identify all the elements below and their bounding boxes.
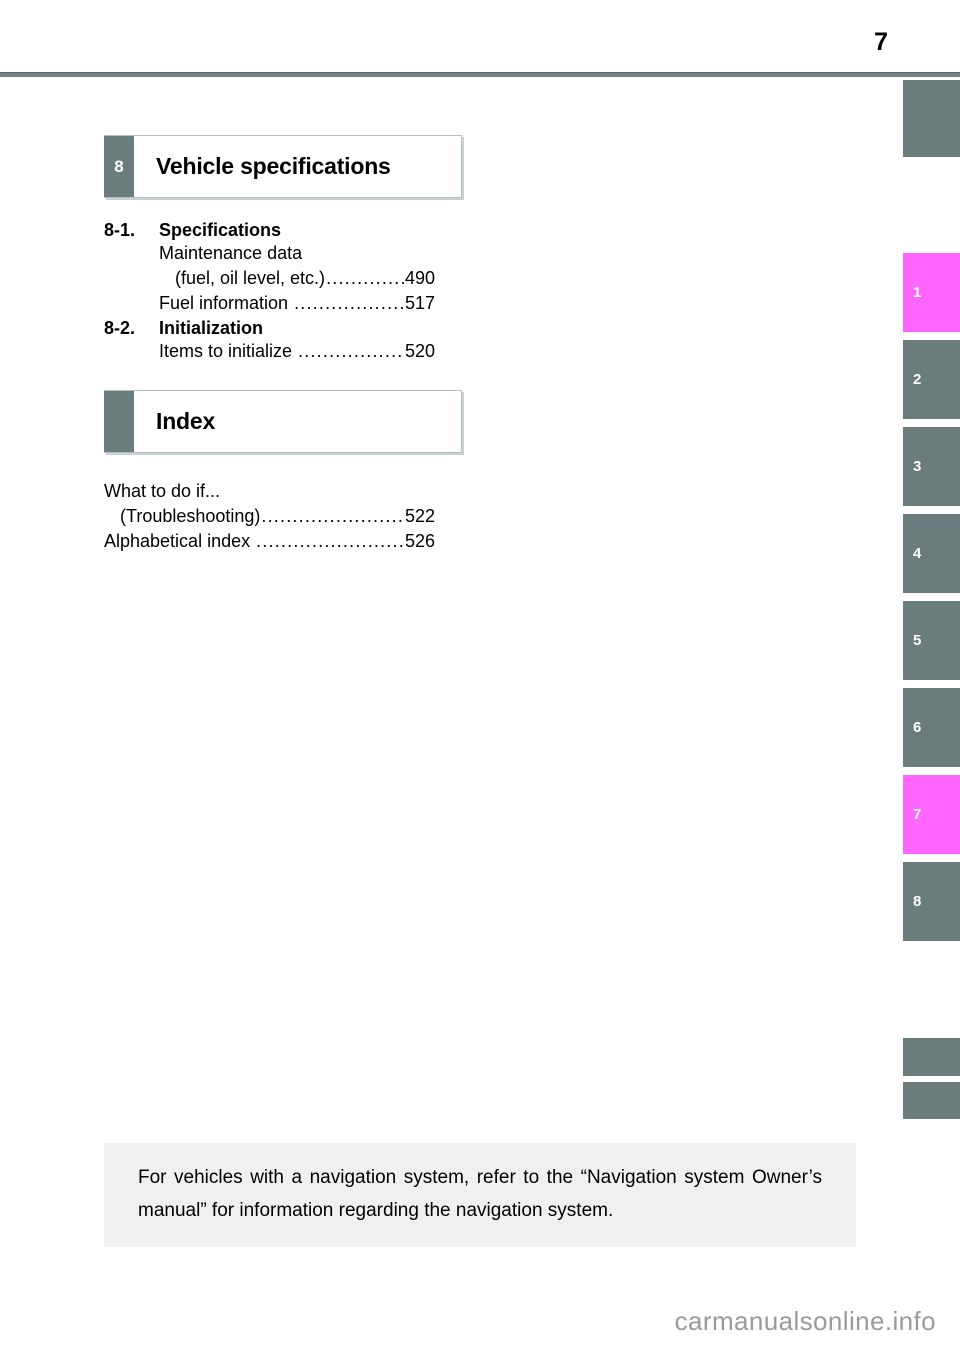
dot-leader: ........................................… xyxy=(256,531,405,551)
chapter-tab-label: 6 xyxy=(913,719,922,736)
toc-group-heading[interactable]: 8-2. Initialization xyxy=(104,318,864,339)
chapter-tab-blank-0[interactable] xyxy=(903,80,960,157)
chapter-tab-5[interactable]: 5 xyxy=(903,601,960,680)
chapter-tab-7[interactable]: 7 xyxy=(903,775,960,854)
index-entry[interactable]: (Troubleshooting).......................… xyxy=(120,504,435,529)
chapter-tab-6[interactable]: 6 xyxy=(903,688,960,767)
page-number: 7 xyxy=(874,28,888,56)
chapter-tab-label: 2 xyxy=(913,371,922,388)
index-entry-page-number: 526 xyxy=(404,531,435,551)
index-entry-label: What to do if... xyxy=(104,481,221,501)
section-marker-blank xyxy=(104,391,134,452)
chapter-tab-label: 4 xyxy=(913,545,922,562)
chapter-tab-label: 7 xyxy=(913,806,922,823)
dot-leader: ........................................… xyxy=(298,341,405,361)
chapter-tab-blank-9[interactable] xyxy=(903,1038,960,1076)
toc-entry[interactable]: Maintenance data xyxy=(159,241,435,266)
toc-group-title: Specifications xyxy=(159,220,282,240)
chapter-tab-label: 5 xyxy=(913,632,922,649)
toc-entry-label: Fuel information xyxy=(159,293,294,313)
dot-leader: ........................................… xyxy=(294,293,405,313)
site-watermark: carmanualsonline.info xyxy=(674,1306,936,1336)
toc-entry-page-number: 520 xyxy=(404,341,435,361)
chapter-tab-label: 3 xyxy=(913,458,922,475)
navigation-system-note: For vehicles with a navigation system, r… xyxy=(104,1143,856,1247)
toc-entry-label: (fuel, oil level, etc.) xyxy=(175,268,326,288)
toc-group-number: 8-1. xyxy=(104,220,136,240)
toc-entry-page-number: 517 xyxy=(404,293,435,313)
dot-leader: ........................................… xyxy=(261,506,405,526)
section-header-vehicle-specifications[interactable]: 8 Vehicle specifications xyxy=(104,135,462,198)
note-text: For vehicles with a navigation system, r… xyxy=(138,1167,822,1221)
chapter-tab-2[interactable]: 2 xyxy=(903,340,960,419)
toc-entry[interactable]: Items to initialize ....................… xyxy=(159,339,435,364)
chapter-tab-label: 1 xyxy=(913,284,922,301)
chapter-tab-3[interactable]: 3 xyxy=(903,427,960,506)
chapter-tab-4[interactable]: 4 xyxy=(903,514,960,593)
toc-entry[interactable]: Fuel information .......................… xyxy=(159,291,435,316)
toc-group-title: Initialization xyxy=(159,318,264,338)
page-content: 8 Vehicle specifications 8-1. Specificati… xyxy=(104,0,864,554)
index-entry[interactable]: Alphabetical index .....................… xyxy=(104,529,435,554)
index-entry-list: What to do if... (Troubleshooting).......… xyxy=(104,479,864,554)
chapter-tab-blank-10[interactable] xyxy=(903,1082,960,1119)
chapter-tab-1[interactable]: 1 xyxy=(903,253,960,332)
index-entry[interactable]: What to do if... xyxy=(104,479,435,504)
index-entry-label: Alphabetical index xyxy=(104,531,256,551)
table-of-contents: 8-1. Specifications Maintenance data (fuel,… xyxy=(104,220,864,364)
toc-entry-label: Maintenance data xyxy=(159,243,303,263)
toc-group-heading[interactable]: 8-1. Specifications xyxy=(104,220,864,241)
toc-entry-label: Items to initialize xyxy=(159,341,298,361)
section-header-title-index: Index xyxy=(156,408,216,434)
section-header-index[interactable]: Index xyxy=(104,390,462,453)
section-marker-number: 8 xyxy=(104,136,134,197)
index-entry-page-number: 522 xyxy=(404,506,435,526)
toc-entry-page-number: 490 xyxy=(404,268,435,288)
toc-entry[interactable]: (fuel, oil level, etc.).................… xyxy=(175,266,435,291)
chapter-tab-8[interactable]: 8 xyxy=(903,862,960,941)
dot-leader: ........................................… xyxy=(326,268,405,288)
toc-group-number: 8-2. xyxy=(104,318,136,338)
index-entry-label: (Troubleshooting) xyxy=(120,506,261,526)
chapter-tab-label: 8 xyxy=(913,893,922,910)
section-header-title: Vehicle specifications xyxy=(156,153,391,179)
